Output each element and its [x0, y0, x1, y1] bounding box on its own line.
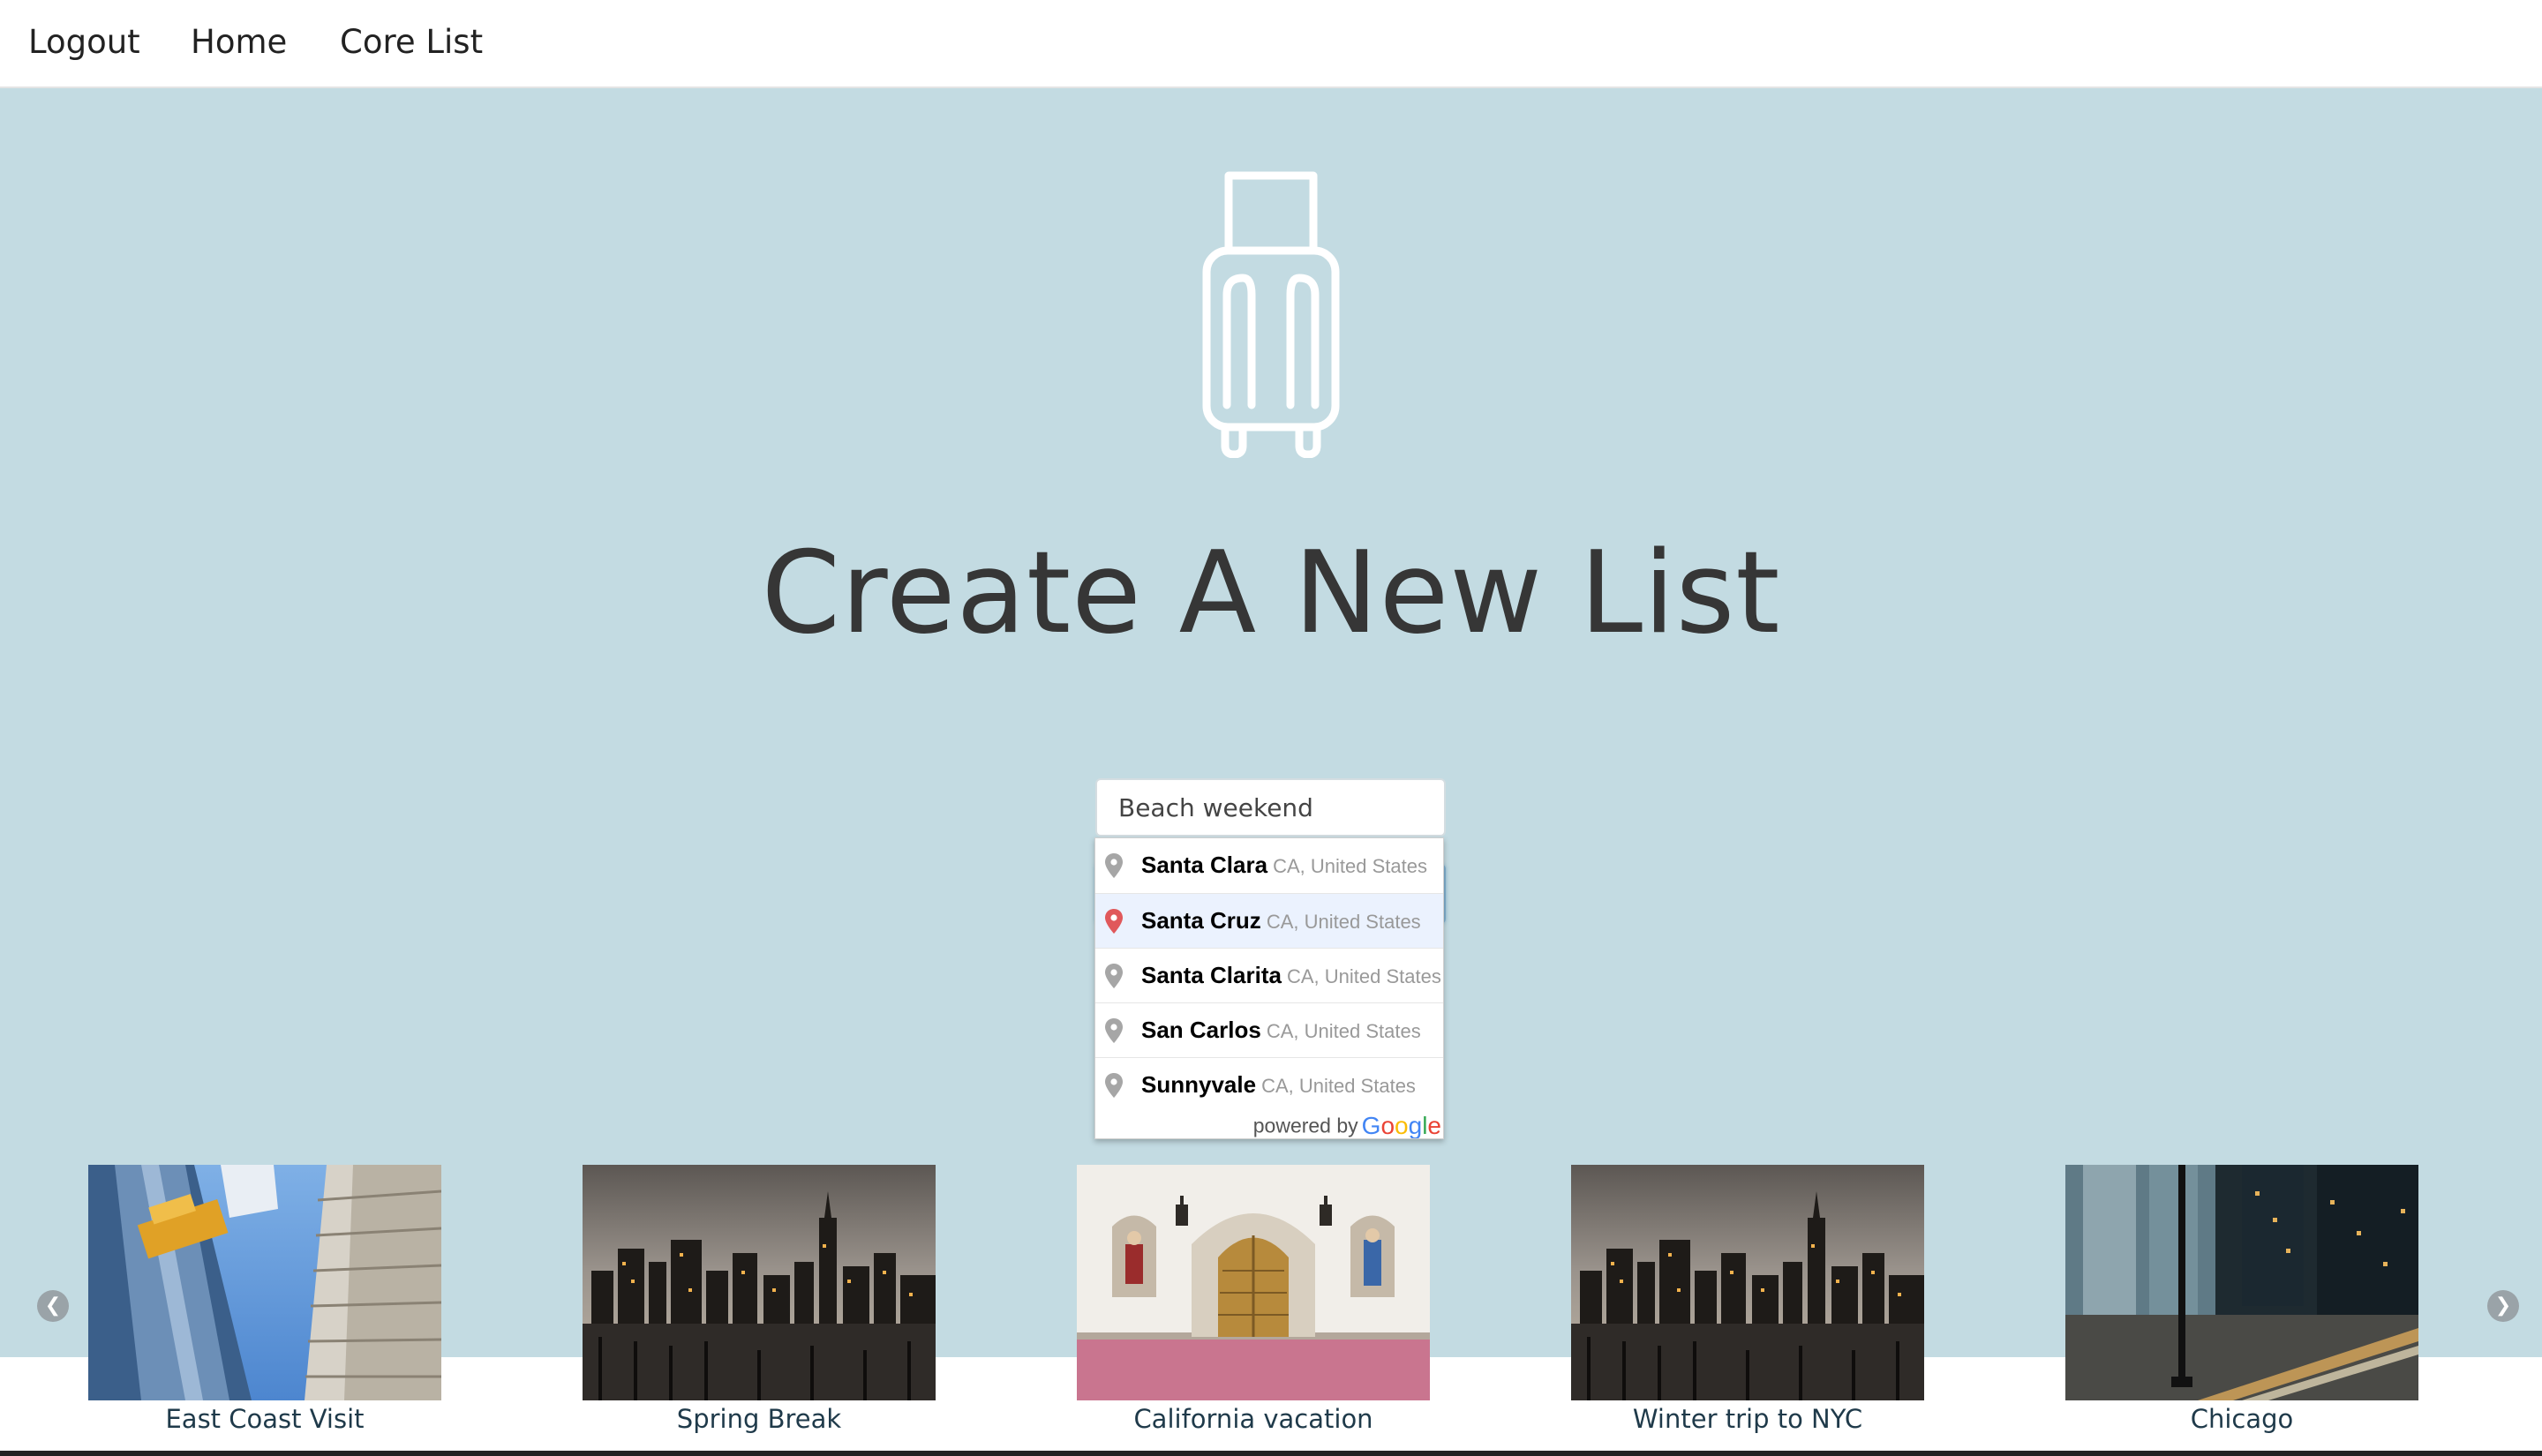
nav-home-link[interactable]: Home [191, 21, 287, 64]
carousel-card-label: Spring Break [676, 1404, 842, 1434]
autocomplete-item-text: Santa Clara CA, United States [1141, 852, 1427, 882]
autocomplete-item-secondary: CA, United States [1286, 965, 1441, 987]
bottom-border [0, 1451, 2542, 1456]
map-pin-icon [1105, 1073, 1123, 1098]
autocomplete-item-main: San Carlos [1141, 1017, 1261, 1043]
powered-by-text: powered by [1252, 1114, 1358, 1137]
autocomplete-item-text: Santa Cruz CA, United States [1141, 907, 1421, 938]
rainy-street-photo [2065, 1165, 2418, 1400]
google-logo: Google [1361, 1112, 1441, 1139]
autocomplete-item-text: Santa Clarita CA, United States [1141, 962, 1441, 993]
powered-by-google-footer: powered by Google [1095, 1112, 1441, 1138]
chevron-left-icon[interactable]: ❮ [37, 1290, 69, 1322]
nav-core-list-link[interactable]: Core List [340, 21, 483, 64]
map-pin-icon [1105, 853, 1123, 878]
autocomplete-item-text: San Carlos CA, United States [1141, 1017, 1421, 1047]
carousel-card-label: East Coast Visit [165, 1404, 365, 1434]
carousel-card-label: California vacation [1133, 1404, 1373, 1434]
map-pin-icon [1105, 909, 1123, 934]
autocomplete-item-secondary: CA, United States [1266, 1020, 1421, 1042]
list-name-input[interactable] [1095, 778, 1446, 837]
autocomplete-item[interactable]: San Carlos CA, United States [1095, 1002, 1443, 1057]
autocomplete-item-selected[interactable]: Santa Cruz CA, United States [1095, 893, 1443, 948]
location-autocomplete-dropdown: Santa Clara CA, United States Santa Cruz C… [1094, 837, 1444, 1139]
city-skyline-photo [1571, 1165, 1924, 1400]
autocomplete-item-secondary: CA, United States [1261, 1075, 1416, 1097]
autocomplete-item[interactable]: Santa Clara CA, United States [1095, 838, 1443, 893]
autocomplete-item-main: Santa Cruz [1141, 907, 1261, 934]
autocomplete-item[interactable]: Santa Clarita CA, United States [1095, 948, 1443, 1002]
carousel-card-label: Winter trip to NYC [1632, 1404, 1863, 1434]
autocomplete-item-secondary: CA, United States [1273, 855, 1427, 877]
autocomplete-item[interactable]: Sunnyvale CA, United States [1095, 1057, 1443, 1112]
autocomplete-item-main: Sunnyvale [1141, 1071, 1257, 1098]
suitcase-icon [1202, 171, 1340, 458]
mission-doorway-photo [1077, 1165, 1430, 1400]
map-pin-icon [1105, 1018, 1123, 1043]
carousel-card-label: Chicago [2190, 1404, 2294, 1434]
city-skyline-photo [583, 1165, 936, 1400]
autocomplete-item-secondary: CA, United States [1266, 911, 1421, 933]
map-pin-icon [1105, 964, 1123, 988]
chevron-right-icon[interactable]: ❯ [2487, 1290, 2519, 1322]
autocomplete-item-text: Sunnyvale CA, United States [1141, 1071, 1416, 1102]
nav-logout-link[interactable]: Logout [28, 21, 140, 64]
page-title: Create A New List [761, 528, 1781, 659]
autocomplete-item-main: Santa Clarita [1141, 962, 1282, 988]
autocomplete-item-main: Santa Clara [1141, 852, 1268, 878]
top-navigation-bar: Logout Home Core List [0, 0, 2542, 88]
skyscrapers-photo [88, 1165, 441, 1400]
